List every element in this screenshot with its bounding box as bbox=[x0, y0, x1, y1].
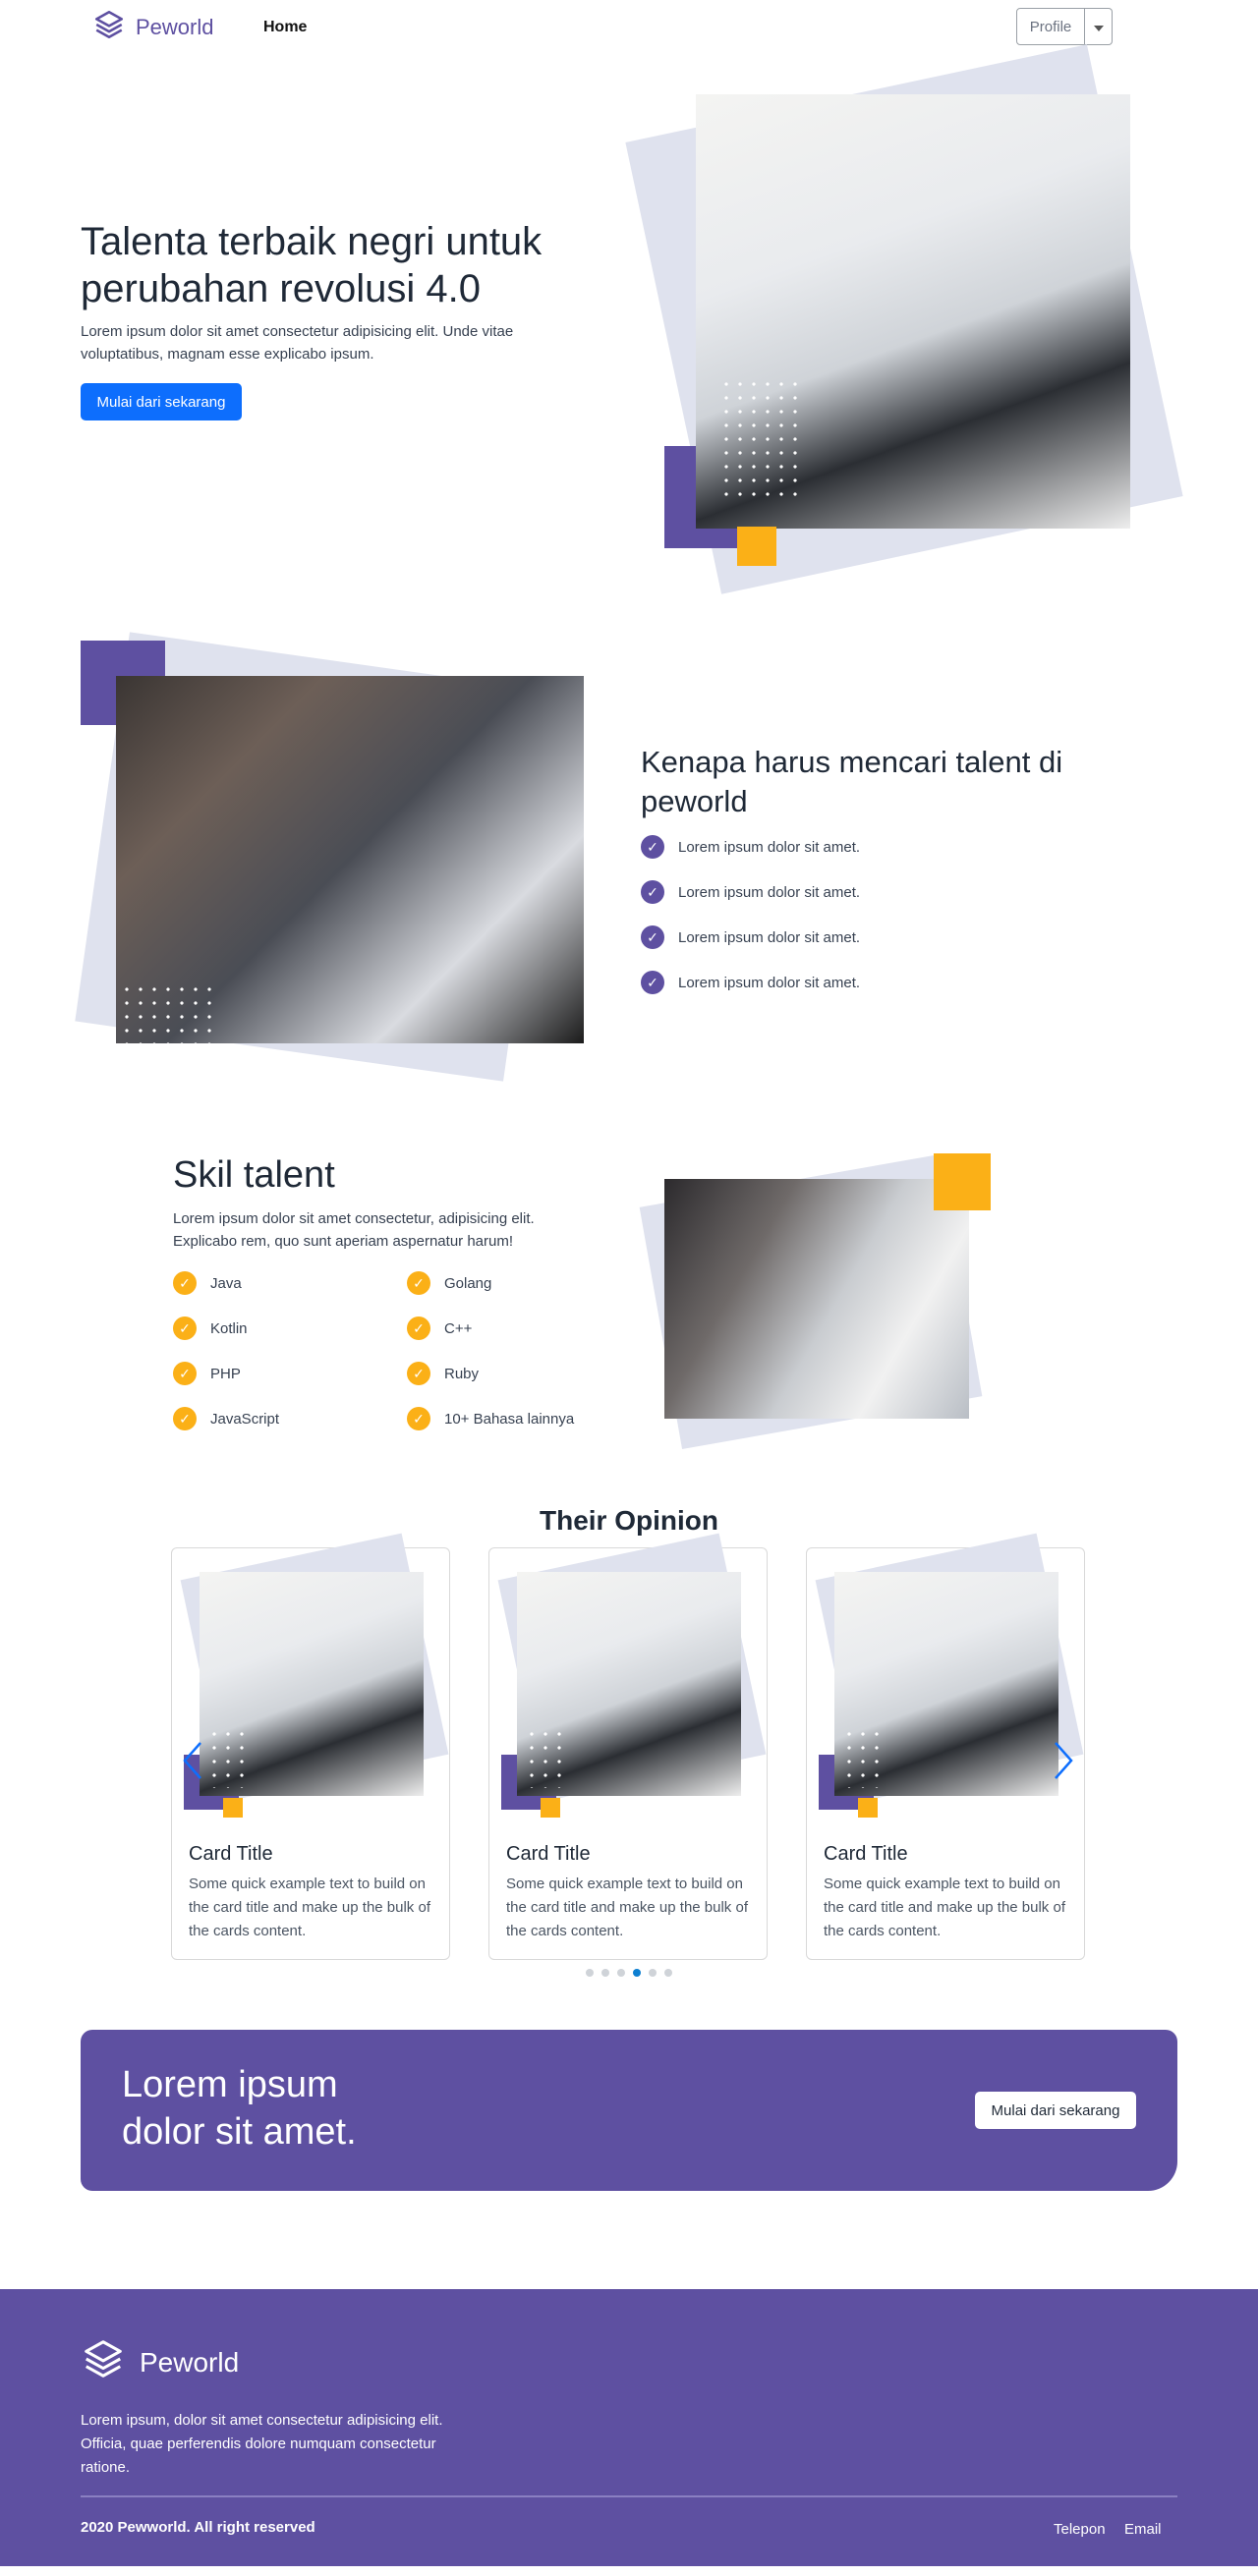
card-dot-pattern bbox=[207, 1727, 251, 1788]
check-circle-icon: ✓ bbox=[407, 1271, 430, 1295]
caret-down-icon bbox=[1093, 19, 1104, 35]
skills-illustration bbox=[639, 1149, 1002, 1454]
skills-photo-team bbox=[664, 1179, 969, 1419]
why-title: Kenapa harus mencari talent di peworld bbox=[641, 745, 1063, 818]
card-text: Some quick example text to build on the … bbox=[824, 1876, 1065, 1939]
skill-item: ✓ C++ bbox=[407, 1316, 574, 1340]
skill-item: ✓ PHP bbox=[173, 1362, 279, 1385]
footer-logo[interactable]: Peworld bbox=[81, 2336, 239, 2388]
opinion-card[interactable]: Card Title Some quick example text to bu… bbox=[488, 1533, 768, 1960]
skills-yellow-square bbox=[934, 1153, 991, 1210]
cta-banner: Lorem ipsum dolor sit amet. Mulai dari s… bbox=[81, 2030, 1177, 2191]
card-text: Some quick example text to build on the … bbox=[189, 1876, 430, 1939]
opinion-card[interactable]: Card Title Some quick example text to bu… bbox=[171, 1533, 450, 1960]
card-dot-pattern bbox=[842, 1727, 886, 1788]
carousel-dot[interactable] bbox=[633, 1969, 641, 1977]
why-dot-pattern bbox=[120, 982, 218, 1043]
why-checklist: ✓ Lorem ipsum dolor sit amet. ✓ Lorem ipsu… bbox=[641, 835, 860, 994]
skill-item: ✓ JavaScript bbox=[173, 1407, 279, 1430]
hero-dot-pattern bbox=[719, 377, 804, 505]
cta-title-line2: dolor sit amet. bbox=[122, 2111, 357, 2153]
skill-item: ✓ Ruby bbox=[407, 1362, 574, 1385]
opinion-card[interactable]: Card Title Some quick example text to bu… bbox=[806, 1533, 1085, 1960]
cta-start-button[interactable]: Mulai dari sekarang bbox=[975, 2092, 1136, 2129]
layers-icon bbox=[81, 2336, 126, 2388]
profile-caret-button[interactable] bbox=[1085, 8, 1113, 45]
card-yellow-square bbox=[541, 1798, 560, 1818]
chevron-left-icon bbox=[181, 1742, 204, 1792]
footer-divider bbox=[81, 2495, 1177, 2497]
check-circle-icon: ✓ bbox=[641, 925, 664, 949]
footer: Peworld Lorem ipsum, dolor sit amet cons… bbox=[0, 2289, 1258, 2566]
check-circle-icon: ✓ bbox=[407, 1316, 430, 1340]
opinion-title: Their Opinion bbox=[540, 1505, 718, 1536]
card-text: Some quick example text to build on the … bbox=[506, 1876, 748, 1939]
skill-item: ✓ Java bbox=[173, 1271, 279, 1295]
carousel-dot[interactable] bbox=[617, 1969, 625, 1977]
hero-illustration bbox=[625, 44, 1183, 594]
check-circle-icon: ✓ bbox=[173, 1271, 197, 1295]
why-item: ✓ Lorem ipsum dolor sit amet. bbox=[641, 971, 860, 994]
footer-brand-name: Peworld bbox=[140, 2346, 240, 2378]
check-circle-icon: ✓ bbox=[407, 1362, 430, 1385]
carousel-prev-button[interactable] bbox=[181, 1739, 204, 1790]
why-illustration bbox=[75, 632, 584, 1102]
carousel-dot[interactable] bbox=[586, 1969, 594, 1977]
skills-list-left: ✓ Java ✓ Kotlin ✓ PHP ✓ JavaScript bbox=[173, 1271, 279, 1430]
check-circle-icon: ✓ bbox=[173, 1316, 197, 1340]
check-circle-icon: ✓ bbox=[641, 971, 664, 994]
skill-item: ✓ 10+ Bahasa lainnya bbox=[407, 1407, 574, 1430]
skill-item: ✓ Golang bbox=[407, 1271, 574, 1295]
check-circle-icon: ✓ bbox=[641, 835, 664, 859]
hero-yellow-square bbox=[737, 527, 776, 566]
check-circle-icon: ✓ bbox=[173, 1407, 197, 1430]
chevron-right-icon bbox=[1052, 1742, 1075, 1792]
carousel-dot[interactable] bbox=[664, 1969, 672, 1977]
footer-link-phone[interactable]: Telepon bbox=[1054, 2521, 1106, 2538]
card-title: Card Title bbox=[506, 1843, 591, 1865]
carousel-next-button[interactable] bbox=[1052, 1739, 1075, 1790]
cta-title-line1: Lorem ipsum bbox=[122, 2064, 338, 2105]
card-title: Card Title bbox=[189, 1843, 273, 1865]
hero-title: Talenta terbaik negri untuk perubahan re… bbox=[81, 220, 543, 310]
check-circle-icon: ✓ bbox=[407, 1407, 430, 1430]
carousel-indicators bbox=[586, 1969, 672, 1977]
why-item: ✓ Lorem ipsum dolor sit amet. bbox=[641, 925, 860, 949]
check-circle-icon: ✓ bbox=[641, 880, 664, 904]
hero-cta-button[interactable]: Mulai dari sekarang bbox=[81, 383, 242, 420]
brand-name: Peworld bbox=[136, 15, 214, 39]
why-item: ✓ Lorem ipsum dolor sit amet. bbox=[641, 835, 860, 859]
footer-text: Lorem ipsum, dolor sit amet consectetur … bbox=[81, 2412, 443, 2476]
layers-icon bbox=[92, 8, 126, 47]
card-title: Card Title bbox=[824, 1843, 908, 1865]
brand-logo[interactable]: Peworld bbox=[92, 8, 213, 47]
skills-title: Skil talent bbox=[173, 1154, 335, 1196]
card-yellow-square bbox=[858, 1798, 878, 1818]
profile-button[interactable]: Profile bbox=[1016, 8, 1085, 45]
skills-text: Lorem ipsum dolor sit amet consectetur, … bbox=[173, 1210, 535, 1250]
skill-item: ✓ Kotlin bbox=[173, 1316, 279, 1340]
card-dot-pattern bbox=[525, 1727, 568, 1788]
nav-home-link[interactable]: Home bbox=[263, 19, 307, 36]
card-yellow-square bbox=[223, 1798, 243, 1818]
footer-copyright: 2020 Pewworld. All right reserved bbox=[81, 2519, 315, 2536]
check-circle-icon: ✓ bbox=[173, 1362, 197, 1385]
carousel-dot[interactable] bbox=[649, 1969, 657, 1977]
footer-link-email[interactable]: Email bbox=[1124, 2521, 1162, 2538]
why-item: ✓ Lorem ipsum dolor sit amet. bbox=[641, 880, 860, 904]
hero-text: Lorem ipsum dolor sit amet consectetur a… bbox=[81, 323, 514, 363]
carousel-dot[interactable] bbox=[601, 1969, 609, 1977]
profile-dropdown[interactable]: Profile bbox=[1016, 8, 1113, 45]
skills-list-right: ✓ Golang ✓ C++ ✓ Ruby ✓ 10+ Bahasa lainnya bbox=[407, 1271, 574, 1430]
